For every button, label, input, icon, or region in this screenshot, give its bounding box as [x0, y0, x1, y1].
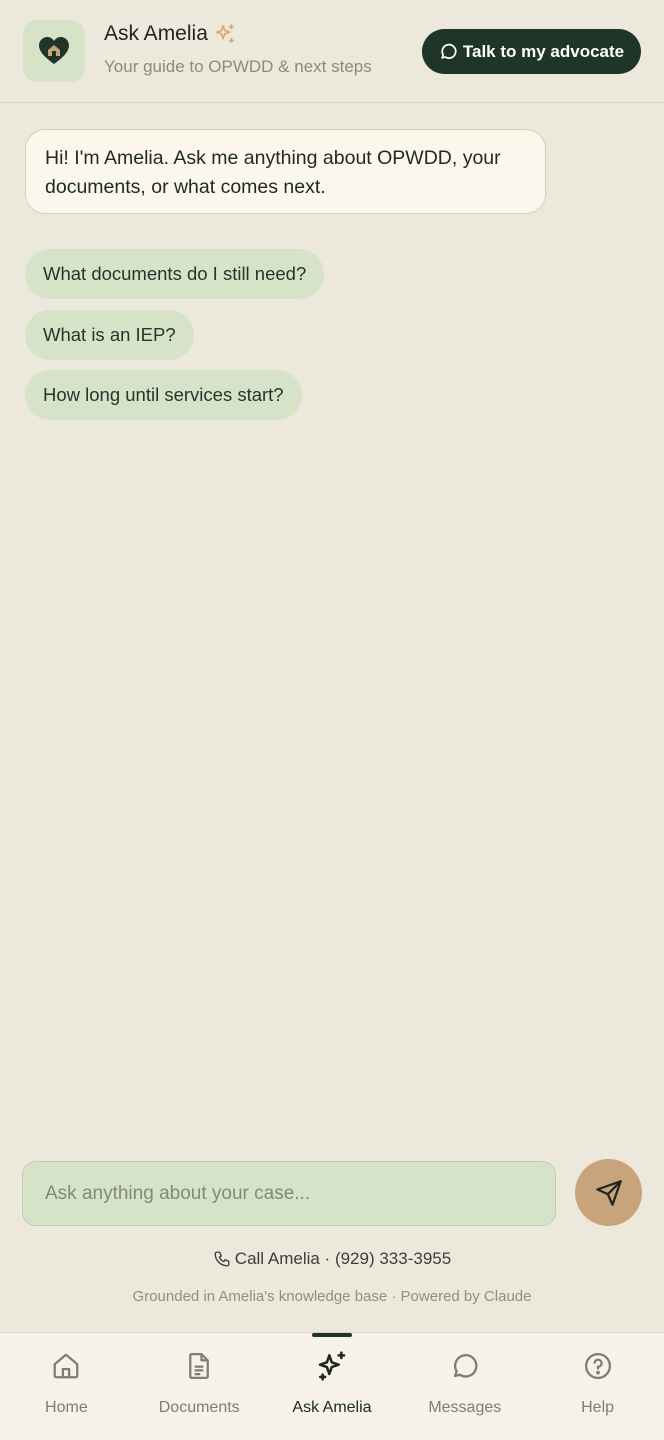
active-tab-indicator [311, 1333, 352, 1337]
title-row: Ask Amelia [104, 22, 236, 46]
send-button[interactable] [575, 1159, 642, 1226]
nav-label: Messages [428, 1399, 502, 1416]
help-icon [584, 1353, 611, 1379]
suggestion-chip[interactable]: What is an IEP? [25, 310, 194, 360]
talk-to-advocate-button[interactable]: Talk to my advocate [422, 29, 641, 74]
nav-label: Documents [158, 1399, 240, 1416]
phone-icon [214, 1251, 230, 1267]
suggestion-chip[interactable]: How long until services start? [25, 370, 302, 420]
document-icon [189, 1353, 210, 1379]
amelia-logo [23, 20, 85, 82]
page-title: Ask Amelia [104, 22, 208, 45]
advocate-button-label: Talk to my advocate [462, 41, 625, 61]
heart-home-icon [39, 37, 69, 64]
nav-item-documents[interactable]: Documents [133, 1333, 266, 1440]
message-input[interactable] [22, 1161, 556, 1226]
nav-label: Help [581, 1399, 615, 1416]
nav-item-home[interactable]: Home [0, 1333, 133, 1440]
call-amelia-link[interactable]: Call Amelia · (929) 333-3955 [0, 1249, 664, 1269]
nav-item-messages[interactable]: Messages [398, 1333, 531, 1440]
sparkle-icon [215, 24, 234, 44]
app-root: Ask Amelia Your guide to OPWDD & next st… [0, 0, 664, 1440]
sparkle-icon [318, 1351, 346, 1381]
suggestion-chip[interactable]: What documents do I still need? [25, 249, 325, 299]
nav-label: Ask Amelia [292, 1399, 372, 1416]
header: Ask Amelia Your guide to OPWDD & next st… [0, 0, 664, 103]
nav-item-help[interactable]: Help [531, 1333, 664, 1440]
bottom-nav: Home Documents Ask Amelia Messages Help [0, 1332, 664, 1440]
send-icon [595, 1179, 622, 1206]
nav-label: Home [45, 1399, 88, 1416]
grounded-note: Grounded in Amelia's knowledge base · Po… [132, 1288, 532, 1305]
call-amelia-text: Call Amelia · (929) 333-3955 [234, 1249, 452, 1268]
chat-bubble-icon [453, 1354, 478, 1378]
assistant-message: Hi! I'm Amelia. Ask me anything about OP… [25, 129, 546, 214]
nav-item-ask-amelia[interactable]: Ask Amelia [266, 1333, 399, 1440]
chat-bubble-icon [441, 43, 457, 59]
home-icon [54, 1353, 79, 1379]
page-subtitle: Your guide to OPWDD & next steps [104, 57, 372, 76]
